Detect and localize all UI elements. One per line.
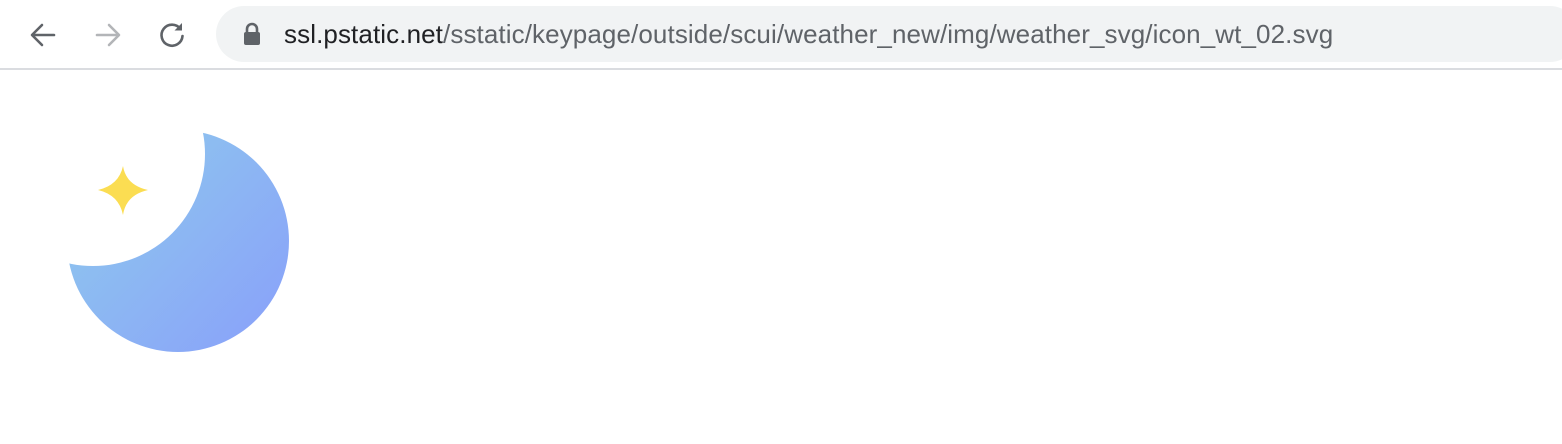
moon-shape — [67, 130, 289, 352]
lock-icon[interactable] — [242, 22, 262, 46]
forward-button[interactable] — [86, 13, 130, 57]
back-button[interactable] — [21, 13, 65, 57]
arrow-left-icon — [30, 23, 56, 47]
reload-button[interactable] — [150, 13, 194, 57]
crescent-moon-with-star-icon — [67, 130, 289, 352]
url-host: ssl.pstatic.net — [284, 19, 444, 49]
url-text[interactable]: ssl.pstatic.net/sstatic/keypage/outside/… — [284, 18, 1333, 50]
page-content — [0, 70, 1562, 444]
reload-icon — [160, 23, 184, 47]
address-bar[interactable]: ssl.pstatic.net/sstatic/keypage/outside/… — [216, 6, 1562, 62]
browser-toolbar: ssl.pstatic.net/sstatic/keypage/outside/… — [0, 0, 1562, 70]
url-path: /sstatic/keypage/outside/scui/weather_ne… — [443, 19, 1334, 49]
arrow-right-icon — [95, 23, 121, 47]
